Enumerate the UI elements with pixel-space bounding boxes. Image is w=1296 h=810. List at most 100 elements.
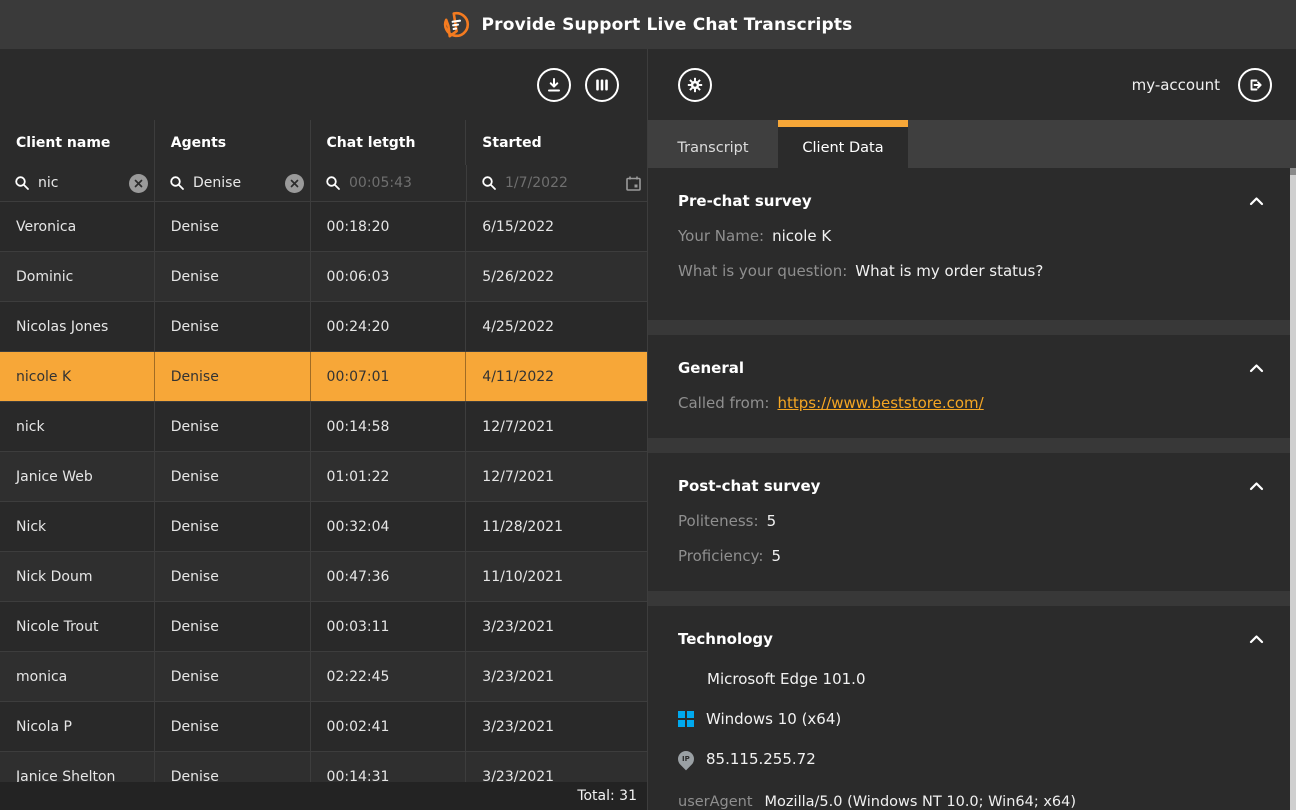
total-count: Total: 31 (577, 788, 637, 804)
cell-agent: Denise (155, 302, 311, 351)
client-name-filter-input[interactable] (38, 175, 121, 191)
detail-panel: my-account Transcript Client Data (648, 49, 1296, 810)
cell-started: 6/15/2022 (466, 202, 647, 251)
cell-client: Janice Web (0, 452, 155, 501)
gear-icon (685, 75, 705, 95)
cell-length: 00:24:20 (311, 302, 467, 351)
columns-button[interactable] (585, 68, 619, 102)
cell-client: nick (0, 402, 155, 451)
filter-row (0, 165, 647, 202)
table-row[interactable]: Janice WebDenise01:01:2212/7/2021 (0, 452, 647, 502)
cell-length: 02:22:45 (311, 652, 467, 701)
cell-length: 00:18:20 (311, 202, 467, 251)
cell-started: 12/7/2021 (466, 402, 647, 451)
column-header-client-name[interactable]: Client name (0, 120, 155, 165)
section-title: General (678, 359, 744, 377)
table-row[interactable]: monicaDenise02:22:453/23/2021 (0, 652, 647, 702)
cell-started: 11/28/2021 (466, 502, 647, 551)
field-called-from: Called from:https://www.beststore.com/ (678, 394, 1266, 412)
logout-button[interactable] (1238, 68, 1272, 102)
settings-button[interactable] (678, 68, 712, 102)
chat-length-filter (311, 165, 467, 201)
tab-client-data[interactable]: Client Data (778, 120, 908, 168)
top-bar: Provide Support Live Chat Transcripts (0, 0, 1296, 49)
called-from-link[interactable]: https://www.beststore.com/ (777, 394, 983, 412)
clear-filter-icon[interactable] (285, 174, 304, 193)
logout-icon (1246, 76, 1264, 94)
chat-length-filter-input[interactable] (349, 175, 460, 191)
cell-length: 00:07:01 (311, 352, 467, 401)
agents-filter (155, 165, 311, 201)
column-header-chat-length[interactable]: Chat letgth (311, 120, 467, 165)
cell-agent: Denise (155, 602, 311, 651)
table-row[interactable]: NickDenise00:32:0411/28/2021 (0, 502, 647, 552)
cell-length: 00:02:41 (311, 702, 467, 751)
columns-icon (593, 76, 611, 94)
download-button[interactable] (537, 68, 571, 102)
search-icon (481, 175, 497, 191)
right-toolbar: my-account (648, 49, 1296, 120)
cell-agent: Denise (155, 202, 311, 251)
agents-filter-input[interactable] (193, 175, 277, 191)
table-row[interactable]: nickDenise00:14:5812/7/2021 (0, 402, 647, 452)
table-row[interactable]: DominicDenise00:06:035/26/2022 (0, 252, 647, 302)
cell-started: 3/23/2021 (466, 652, 647, 701)
ip-info: IP 85.115.255.72 (678, 750, 1266, 768)
cell-started: 3/23/2021 (466, 702, 647, 751)
scrollbar-thumb[interactable] (1290, 168, 1296, 175)
tab-transcript[interactable]: Transcript (648, 120, 778, 168)
cell-client: Janice Shelton (0, 752, 155, 782)
section-post-chat-survey: Post-chat survey Politeness:5 Proficienc… (648, 453, 1296, 591)
cell-agent: Denise (155, 502, 311, 551)
table-row[interactable]: Nicole TroutDenise00:03:113/23/2021 (0, 602, 647, 652)
user-agent: userAgentMozilla/5.0 (Windows NT 10.0; W… (678, 792, 1223, 810)
cell-started: 5/26/2022 (466, 252, 647, 301)
started-filter-input[interactable] (505, 175, 617, 191)
account-name: my-account (1132, 76, 1220, 94)
cell-client: Veronica (0, 202, 155, 251)
cell-agent: Denise (155, 652, 311, 701)
table-row[interactable]: Nicola PDenise00:02:413/23/2021 (0, 702, 647, 752)
column-header-agents[interactable]: Agents (155, 120, 311, 165)
calendar-icon[interactable] (625, 175, 642, 192)
left-toolbar (0, 49, 647, 120)
client-name-filter (0, 165, 155, 201)
section-title: Technology (678, 630, 773, 648)
cell-client: Dominic (0, 252, 155, 301)
cell-agent: Denise (155, 352, 311, 401)
edge-icon (678, 671, 695, 688)
field-your-name: Your Name:nicole K (678, 227, 1266, 245)
table-row[interactable]: Janice SheltonDenise00:14:313/23/2021 (0, 752, 647, 782)
column-header-started[interactable]: Started (466, 120, 647, 165)
scrollbar[interactable] (1290, 168, 1296, 810)
collapse-icon[interactable] (1247, 361, 1266, 375)
search-icon (14, 175, 30, 191)
collapse-icon[interactable] (1247, 479, 1266, 493)
cell-client: Nick Doum (0, 552, 155, 601)
collapse-icon[interactable] (1247, 632, 1266, 646)
cell-length: 00:14:58 (311, 402, 467, 451)
table-row[interactable]: nicole KDenise00:07:014/11/2022 (0, 352, 647, 402)
table-row[interactable]: Nick DoumDenise00:47:3611/10/2021 (0, 552, 647, 602)
cell-length: 00:14:31 (311, 752, 467, 782)
clear-filter-icon[interactable] (129, 174, 148, 193)
search-icon (169, 175, 185, 191)
cell-agent: Denise (155, 552, 311, 601)
collapse-icon[interactable] (1247, 194, 1266, 208)
section-general: General Called from:https://www.beststor… (648, 335, 1296, 438)
cell-length: 01:01:22 (311, 452, 467, 501)
ip-icon: IP (675, 748, 698, 771)
started-filter (467, 165, 648, 201)
cell-agent: Denise (155, 702, 311, 751)
table-row[interactable]: VeronicaDenise00:18:206/15/2022 (0, 202, 647, 252)
cell-agent: Denise (155, 252, 311, 301)
search-icon (325, 175, 341, 191)
table-footer: Total: 31 (0, 782, 647, 810)
cell-started: 12/7/2021 (466, 452, 647, 501)
cell-started: 4/11/2022 (466, 352, 647, 401)
client-data-content: Pre-chat survey Your Name:nicole K What … (648, 168, 1296, 810)
field-politeness: Politeness:5 (678, 512, 1266, 530)
cell-length: 00:06:03 (311, 252, 467, 301)
table-row[interactable]: Nicolas JonesDenise00:24:204/25/2022 (0, 302, 647, 352)
download-icon (545, 76, 563, 94)
